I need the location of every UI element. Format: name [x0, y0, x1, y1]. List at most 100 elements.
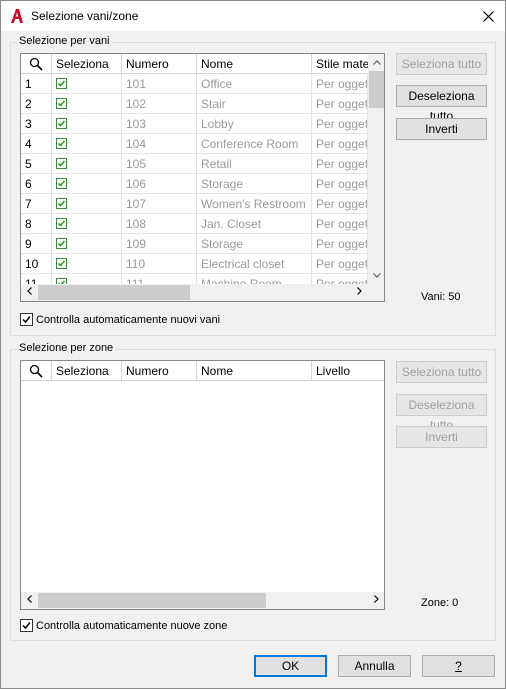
scroll-right-arrow[interactable] — [351, 284, 368, 301]
search-icon — [29, 364, 43, 378]
rooms-grid[interactable]: Seleziona Numero Nome Stile mate 1 101 Off… — [20, 53, 385, 302]
row-select-checkbox[interactable] — [56, 98, 67, 109]
cancel-button[interactable]: Annulla — [338, 655, 411, 677]
rooms-vertical-scrollbar[interactable] — [368, 54, 384, 284]
scroll-right-arrow[interactable] — [368, 592, 384, 609]
table-row[interactable]: 5 105RetailPer oggetto — [21, 154, 368, 174]
row-select-checkbox[interactable] — [56, 78, 67, 89]
table-row[interactable]: 1 101OfficePer oggetto — [21, 74, 368, 94]
row-select-cell[interactable] — [52, 214, 122, 234]
row-select-checkbox[interactable] — [56, 178, 67, 189]
row-select-cell[interactable] — [52, 74, 122, 94]
row-style: Per oggetto — [312, 234, 368, 254]
close-icon — [482, 11, 494, 22]
row-index: 7 — [21, 194, 52, 214]
grid-search-button[interactable] — [21, 361, 52, 381]
checkbox-box[interactable] — [20, 619, 33, 632]
column-header-number[interactable]: Numero — [122, 361, 197, 381]
row-index: 5 — [21, 154, 52, 174]
row-select-checkbox[interactable] — [56, 138, 67, 149]
auto-check-rooms-checkbox[interactable]: Controlla automaticamente nuovi vani — [20, 312, 280, 328]
row-name: Storage — [197, 174, 312, 194]
column-header-select[interactable]: Seleziona — [52, 361, 122, 381]
table-row[interactable]: 6 106StoragePer oggetto — [21, 174, 368, 194]
row-select-checkbox[interactable] — [56, 158, 67, 169]
column-header-style[interactable]: Stile mate — [312, 54, 368, 74]
row-style: Per oggetto — [312, 254, 368, 274]
zones-grid[interactable]: Seleziona Numero Nome Livello — [20, 360, 385, 610]
table-row[interactable]: 4 104Conference RoomPer oggetto — [21, 134, 368, 154]
zones-horizontal-scrollbar[interactable] — [21, 592, 384, 609]
row-name: Lobby — [197, 114, 312, 134]
rooms-select-all-button[interactable]: Seleziona tutto — [396, 53, 487, 75]
column-header-level[interactable]: Livello — [312, 361, 384, 381]
scroll-left-arrow[interactable] — [21, 592, 38, 609]
zones-select-all-button[interactable]: Seleziona tutto — [396, 361, 487, 383]
table-row[interactable]: 8 108Jan. ClosetPer oggetto — [21, 214, 368, 234]
row-name: Women's Restroom — [197, 194, 312, 214]
row-select-checkbox[interactable] — [56, 118, 67, 129]
checkbox-box[interactable] — [20, 313, 33, 326]
close-button[interactable] — [471, 1, 505, 31]
row-select-cell[interactable] — [52, 254, 122, 274]
grid-search-button[interactable] — [21, 54, 52, 74]
row-number: 105 — [122, 154, 197, 174]
row-select-cell[interactable] — [52, 154, 122, 174]
table-row[interactable]: 9 109StoragePer oggetto — [21, 234, 368, 254]
row-style: Per oggetto — [312, 154, 368, 174]
scroll-up-arrow[interactable] — [368, 54, 384, 71]
row-style: Per oggetto — [312, 194, 368, 214]
row-index: 4 — [21, 134, 52, 154]
rooms-horizontal-thumb[interactable] — [38, 285, 190, 300]
zones-invert-button[interactable]: Inverti — [396, 426, 487, 448]
row-select-checkbox[interactable] — [56, 238, 67, 249]
rooms-vertical-thumb[interactable] — [369, 71, 384, 108]
scroll-left-arrow[interactable] — [21, 284, 38, 301]
column-header-number[interactable]: Numero — [122, 54, 197, 74]
rooms-deselect-all-button[interactable]: Deseleziona tutto — [396, 85, 487, 123]
row-name: Electrical closet — [197, 254, 312, 274]
column-header-select[interactable]: Seleziona — [52, 54, 122, 74]
row-number: 103 — [122, 114, 197, 134]
row-select-cell[interactable] — [52, 114, 122, 134]
row-select-cell[interactable] — [52, 234, 122, 254]
auto-check-zones-label: Controlla automaticamente nuove zone — [36, 620, 228, 632]
row-number: 104 — [122, 134, 197, 154]
chevron-right-icon — [357, 287, 362, 295]
column-header-name[interactable]: Nome — [197, 54, 312, 74]
row-name: Storage — [197, 234, 312, 254]
table-row[interactable]: 7 107Women's RestroomPer oggetto — [21, 194, 368, 214]
check-icon — [57, 240, 66, 247]
row-index: 1 — [21, 74, 52, 94]
row-number: 110 — [122, 254, 197, 274]
row-select-checkbox[interactable] — [56, 218, 67, 229]
table-row[interactable]: 2 102StairPer oggetto — [21, 94, 368, 114]
table-row[interactable]: 3 103LobbyPer oggetto — [21, 114, 368, 134]
row-select-cell[interactable] — [52, 134, 122, 154]
row-name: Stair — [197, 94, 312, 114]
chevron-down-icon — [372, 273, 381, 278]
row-style: Per oggetto — [312, 94, 368, 114]
row-select-checkbox[interactable] — [56, 198, 67, 209]
title-bar: Selezione vani/zone — [1, 1, 505, 31]
rooms-grid-header: Seleziona Numero Nome Stile mate — [21, 54, 368, 74]
chevron-left-icon — [27, 287, 32, 295]
scroll-down-arrow[interactable] — [368, 267, 384, 284]
row-style: Per oggetto — [312, 174, 368, 194]
row-select-checkbox[interactable] — [56, 258, 67, 269]
ok-button[interactable]: OK — [254, 655, 327, 677]
row-select-cell[interactable] — [52, 174, 122, 194]
auto-check-zones-checkbox[interactable]: Controlla automaticamente nuove zone — [20, 618, 280, 634]
zones-count: Zone: 0 — [421, 597, 459, 609]
zones-deselect-all-button[interactable]: Deseleziona tutto — [396, 394, 487, 432]
rooms-invert-button[interactable]: Inverti — [396, 118, 487, 140]
row-select-cell[interactable] — [52, 94, 122, 114]
rooms-horizontal-scrollbar[interactable] — [21, 284, 384, 301]
zones-horizontal-thumb[interactable] — [38, 593, 266, 608]
row-index: 9 — [21, 234, 52, 254]
chevron-left-icon — [27, 595, 32, 603]
row-select-cell[interactable] — [52, 194, 122, 214]
column-header-name[interactable]: Nome — [197, 361, 312, 381]
help-button[interactable]: ? — [422, 655, 495, 677]
table-row[interactable]: 10 110Electrical closetPer oggetto — [21, 254, 368, 274]
